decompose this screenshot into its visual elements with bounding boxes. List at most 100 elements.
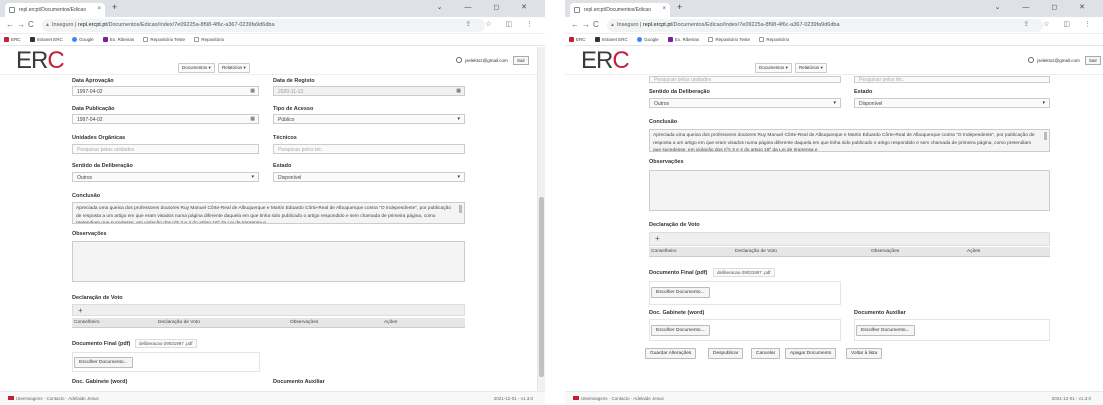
textarea-scrollbar[interactable] xyxy=(459,205,462,213)
documento-final-label: Documento Final (pdf) xyxy=(649,270,708,276)
escolher-documento-button[interactable]: Escolher Documento... xyxy=(651,287,710,298)
main-nav: Documentos ▾ Relatórios ▾ xyxy=(178,63,252,73)
url-field[interactable]: ▲ Inseguro | repl.ercpt.pt/Documentos/Ed… xyxy=(42,19,485,32)
user-box: jselektoz@gmail.com Sair xyxy=(455,56,529,65)
bookmark-item[interactable]: Google xyxy=(72,37,94,42)
unidades-search-input[interactable]: Pesquisar pelas unidades xyxy=(72,144,259,154)
observacoes-textarea[interactable] xyxy=(72,241,465,282)
data-publicacao-label: Data Publicação xyxy=(72,106,115,112)
bookmark-item[interactable]: Ex. Ribeiras xyxy=(667,37,699,42)
logout-button[interactable]: Sair xyxy=(512,56,529,65)
url-field[interactable]: ▲ Inseguro | repl.ercpt.pt/Documentos/Ed… xyxy=(607,19,1043,32)
guardar-button[interactable]: Guardar Alterações xyxy=(645,348,697,359)
reload-icon[interactable]: C xyxy=(593,20,599,29)
erc-logo[interactable]: ERC xyxy=(16,49,65,73)
footer-links: Uteensagens · Contacto · Adelaide Jesus xyxy=(573,396,664,401)
col-declaracao: Declaração de Voto xyxy=(735,249,777,254)
data-publicacao-input[interactable]: 1997-04-02 ▦ xyxy=(72,114,259,124)
user-email[interactable]: jselektoz@gmail.com xyxy=(1037,58,1080,63)
menu-documentos[interactable]: Documentos ▾ xyxy=(178,63,215,73)
unidades-search-input[interactable]: Pesquisar pelas unidades xyxy=(649,76,841,83)
escolher-documento-button[interactable]: Escolher Documento... xyxy=(74,357,133,368)
bookmark-item[interactable]: Intranet ERC xyxy=(29,37,63,42)
despublicar-button[interactable]: Despublicar xyxy=(708,348,744,359)
main-nav: Documentos ▾ Relatórios ▾ xyxy=(755,63,829,73)
declaracao-label: Declaração de Voto xyxy=(649,222,700,228)
calendar-icon[interactable]: ▦ xyxy=(250,116,255,122)
conclusao-textarea[interactable]: Apreciada uma queixa dos professores dou… xyxy=(649,129,1050,152)
tab-bar: repl.ercpt/Documentos/Edicao × + ⌄ — ◻ ✕ xyxy=(565,0,1103,17)
new-tab-button[interactable]: + xyxy=(112,3,117,12)
user-email[interactable]: jselektoz@gmail.com xyxy=(465,58,508,63)
conclusao-textarea[interactable]: Apreciada uma queixa dos professores dou… xyxy=(72,202,465,224)
bookmark-icon xyxy=(29,37,35,42)
logout-button[interactable]: Sair xyxy=(1084,56,1101,65)
bookmark-item[interactable]: Repositório xyxy=(194,37,224,42)
browser-tab[interactable]: repl.ercpt/Documentos/Edicao × xyxy=(570,3,670,17)
tecnicos-search-input[interactable]: Pesquisar pelos téc. xyxy=(273,144,465,154)
forward-icon[interactable]: → xyxy=(582,20,590,29)
user-box: jselektoz@gmail.com Sair xyxy=(1027,56,1101,65)
new-tab-button[interactable]: + xyxy=(677,3,682,12)
bookmark-item[interactable]: ERC xyxy=(4,37,21,42)
app-header: ERC Documentos ▾ Relatórios ▾ jselektoz@… xyxy=(0,47,545,75)
bookmark-item[interactable]: Repositório Teste xyxy=(708,37,750,42)
documento-final-file[interactable]: deliberacao-29031997 .pdf xyxy=(713,268,775,277)
bookmark-item[interactable]: Google xyxy=(637,37,659,42)
escolher-documento-auxiliar-button[interactable]: Escolher Documento... xyxy=(856,325,915,336)
add-declaracao-button[interactable]: + xyxy=(655,234,660,243)
bookmark-icon xyxy=(667,37,673,42)
scrollbar-thumb[interactable] xyxy=(539,197,544,377)
sentido-select[interactable]: Outros ▾ xyxy=(72,172,259,182)
menu-documentos[interactable]: Documentos ▾ xyxy=(755,63,792,73)
back-icon[interactable]: ← xyxy=(571,20,579,29)
page-scrollbar[interactable] xyxy=(537,47,545,405)
flag-icon xyxy=(8,396,14,400)
bookmark-item[interactable]: Repositório Teste xyxy=(143,37,185,42)
close-tab-icon[interactable]: × xyxy=(97,6,101,12)
doc-auxiliar-label: Documento Auxiliar xyxy=(854,310,906,316)
menu-relatorios[interactable]: Relatórios ▾ xyxy=(795,63,827,73)
bookmark-item[interactable]: Repositório xyxy=(759,37,789,42)
doc-auxiliar-label: Documento Auxiliar xyxy=(273,379,325,385)
declaracao-label: Declaração de Voto xyxy=(72,295,123,301)
tecnicos-search-input[interactable]: Pesquisar pelos téc. xyxy=(854,76,1050,83)
window-controls[interactable]: ⌄ — ◻ ✕ xyxy=(995,3,1095,11)
estado-select[interactable]: Disponível ▾ xyxy=(854,98,1050,108)
erc-logo[interactable]: ERC xyxy=(581,49,630,73)
documento-final-file[interactable]: deliberacao-29031997 .pdf xyxy=(135,339,197,348)
insecure-warning-icon: ▲ xyxy=(45,22,50,28)
data-aprovacao-label: Data Aprovação xyxy=(72,78,114,84)
declaracao-toolbar: + xyxy=(72,304,465,316)
textarea-scrollbar[interactable] xyxy=(1044,132,1047,140)
bookmark-item[interactable]: ERC xyxy=(569,37,586,42)
page-footer: Uteensagens · Contacto · Adelaide Jesus … xyxy=(0,391,545,405)
voltar-button[interactable]: Voltar à lista xyxy=(846,348,883,359)
url-path: /Documentos/Edicao/Index/7e09225a-8f98-4… xyxy=(671,22,840,28)
add-declaracao-button[interactable]: + xyxy=(78,306,83,315)
sentido-select[interactable]: Outros ▾ xyxy=(649,98,841,108)
calendar-icon[interactable]: ▦ xyxy=(250,88,255,94)
forward-icon[interactable]: → xyxy=(17,20,25,29)
bookmark-item[interactable]: Ex. Ribeiras xyxy=(102,37,134,42)
menu-relatorios[interactable]: Relatórios ▾ xyxy=(218,63,250,73)
escolher-documento-gabinete-button[interactable]: Escolher Documento... xyxy=(651,325,710,336)
reload-icon[interactable]: C xyxy=(28,20,34,29)
cancelar-button[interactable]: Cancelar xyxy=(751,348,781,359)
back-icon[interactable]: ← xyxy=(6,20,14,29)
data-aprovacao-input[interactable]: 1997-04-02 ▦ xyxy=(72,86,259,96)
declaracao-toolbar: + xyxy=(649,232,1050,246)
observacoes-textarea[interactable] xyxy=(649,170,1050,211)
tab-title: repl.ercpt/Documentos/Edicao xyxy=(584,7,651,13)
chevron-down-icon: ▾ xyxy=(457,116,460,122)
tab-title: repl.ercpt/Documentos/Edicao xyxy=(19,7,86,13)
window-controls[interactable]: ⌄ — ◻ ✕ xyxy=(437,3,537,11)
close-tab-icon[interactable]: × xyxy=(662,6,666,12)
browser-toolbar-icons[interactable]: ⇪ ☆ ◫ ⋮ xyxy=(465,20,539,28)
estado-select[interactable]: Disponível ▾ xyxy=(273,172,465,182)
bookmark-item[interactable]: Intranet ERC xyxy=(594,37,628,42)
browser-toolbar-icons[interactable]: ⇪ ☆ ◫ ⋮ xyxy=(1023,20,1097,28)
browser-tab[interactable]: repl.ercpt/Documentos/Edicao × xyxy=(5,3,105,17)
tipo-acesso-select[interactable]: Público ▾ xyxy=(273,114,465,124)
apagar-button[interactable]: Apagar Documento xyxy=(785,348,837,359)
